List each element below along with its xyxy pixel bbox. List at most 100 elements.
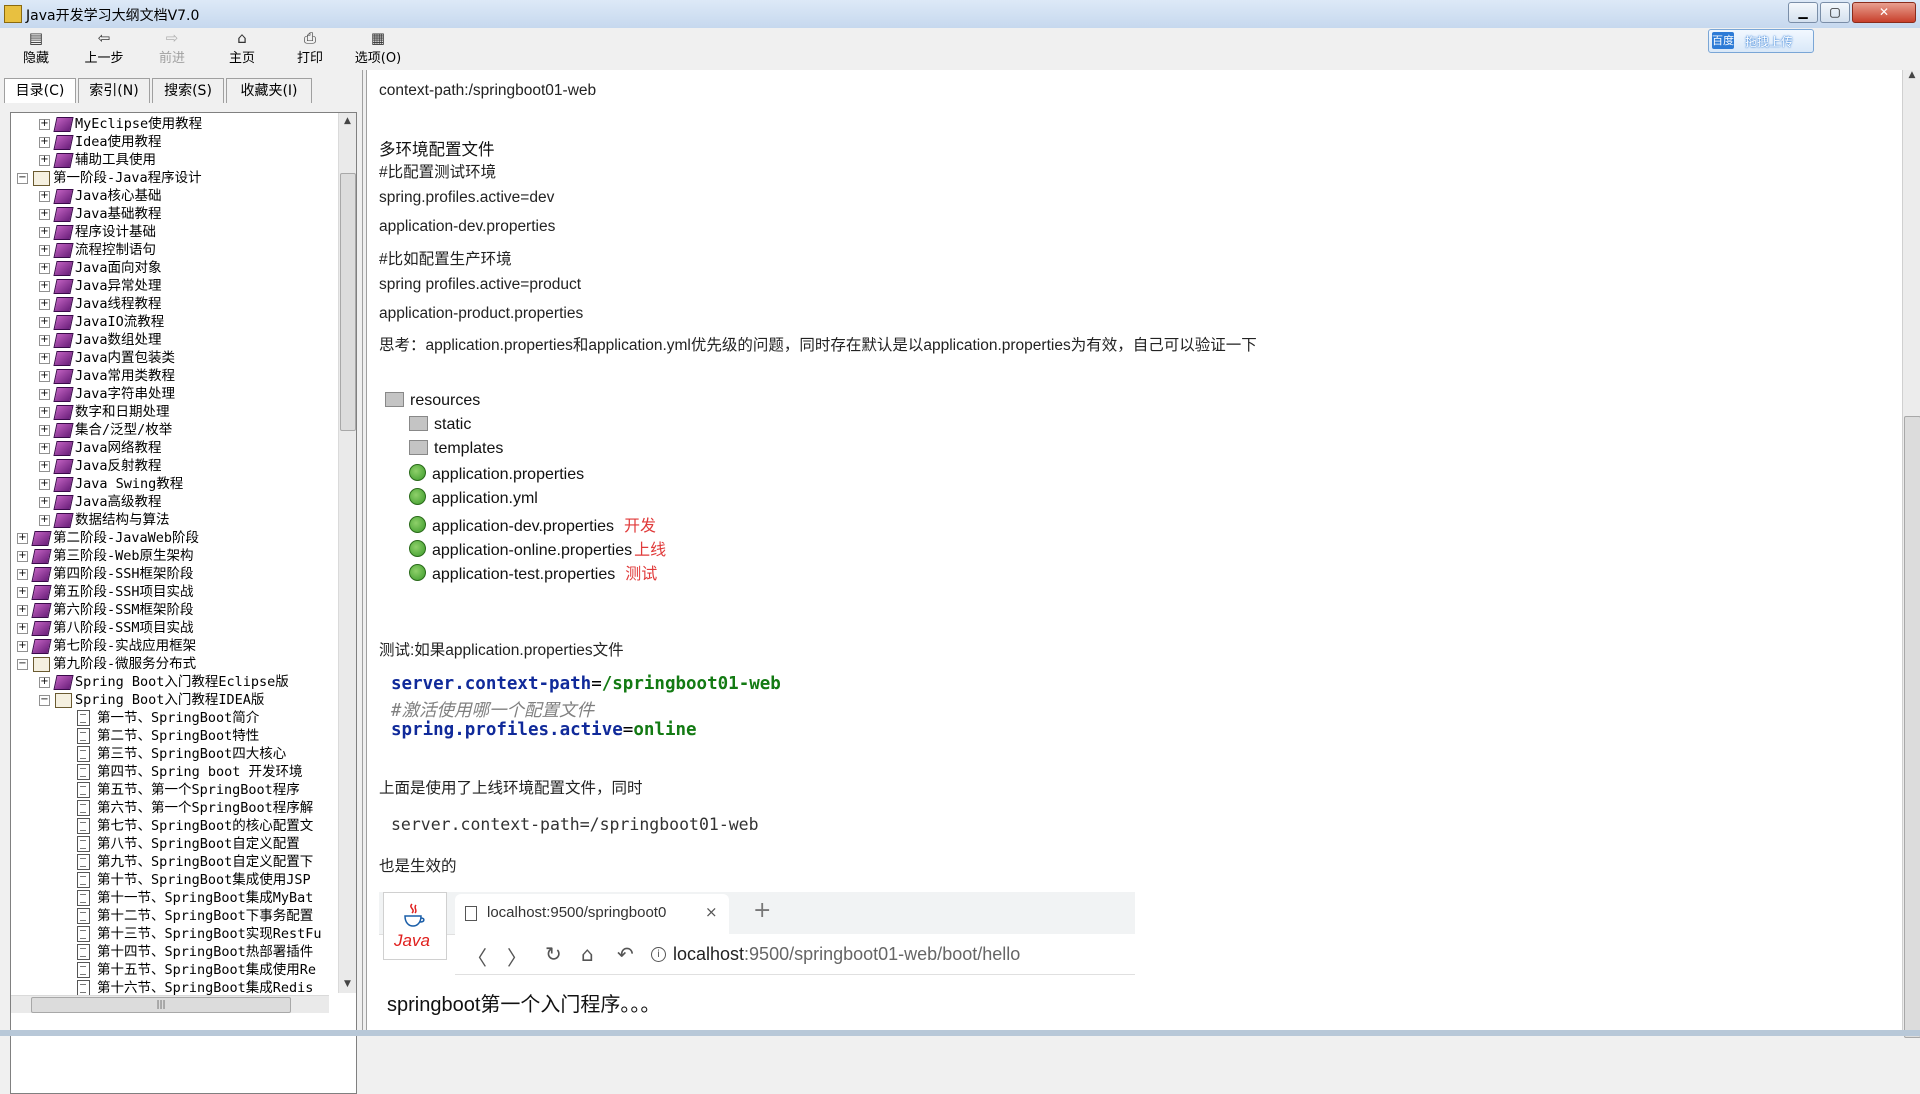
expand-icon[interactable]: +	[17, 533, 28, 544]
expand-icon[interactable]: +	[17, 569, 28, 580]
content-vertical-scrollbar[interactable]: ▲ ▸	[1902, 70, 1920, 1038]
tree-item[interactable]: 第十五节、SpringBoot集成使用Re	[11, 961, 329, 979]
tree-item[interactable]: 第九节、SpringBoot自定义配置下	[11, 853, 329, 871]
tree-item[interactable]: 第二节、SpringBoot特性	[11, 727, 329, 745]
tree-item[interactable]: + 第四阶段-SSH框架阶段	[11, 565, 329, 583]
expand-icon[interactable]: +	[39, 137, 50, 148]
tree-item[interactable]: 第三节、SpringBoot四大核心	[11, 745, 329, 763]
tree-item[interactable]: + 数据结构与算法	[11, 511, 329, 529]
expand-icon[interactable]: +	[39, 515, 50, 526]
hide-button[interactable]: ▤ 隐藏	[18, 30, 54, 68]
expand-icon[interactable]: +	[39, 443, 50, 454]
back-icon[interactable]: 〈	[467, 942, 487, 971]
tree-item[interactable]: 第六节、第一个SpringBoot程序解	[11, 799, 329, 817]
forward-icon[interactable]: 〉	[507, 942, 527, 971]
scroll-down-arrow-icon[interactable]: ▼	[339, 976, 356, 993]
tree-item[interactable]: + MyEclipse使用教程	[11, 115, 329, 133]
tree-item[interactable]: 第十一节、SpringBoot集成MyBat	[11, 889, 329, 907]
tree-item[interactable]: + Java内置包装类	[11, 349, 329, 367]
tree-item[interactable]: + 集合/泛型/枚举	[11, 421, 329, 439]
tree-item[interactable]: + Java网络教程	[11, 439, 329, 457]
minimize-button[interactable]: ▁	[1788, 2, 1818, 23]
expand-icon[interactable]: +	[39, 209, 50, 220]
tree-item[interactable]: + 第二阶段-JavaWeb阶段	[11, 529, 329, 547]
tree-item[interactable]: + Java高级教程	[11, 493, 329, 511]
undo-icon[interactable]: ↶	[617, 942, 634, 966]
browser-tab[interactable]: localhost:9500/springboot0 ×	[455, 894, 729, 934]
expand-icon[interactable]: +	[17, 587, 28, 598]
tab-contents[interactable]: 目录(C)	[4, 78, 76, 103]
tree-item[interactable]: 第一节、SpringBoot简介	[11, 709, 329, 727]
tab-index[interactable]: 索引(N)	[78, 78, 150, 103]
tree-item[interactable]: 第八节、SpringBoot自定义配置	[11, 835, 329, 853]
home-icon[interactable]: ⌂	[581, 942, 594, 966]
tree-item[interactable]: + Java字符串处理	[11, 385, 329, 403]
tree-item[interactable]: 第七节、SpringBoot的核心配置文	[11, 817, 329, 835]
expand-icon[interactable]: +	[17, 605, 28, 616]
tree-item[interactable]: + 辅助工具使用	[11, 151, 329, 169]
info-icon[interactable]: i	[651, 947, 666, 962]
tree-item[interactable]: − Spring Boot入门教程IDEA版	[11, 691, 329, 709]
expand-icon[interactable]: +	[17, 551, 28, 562]
tree-item[interactable]: + Java反射教程	[11, 457, 329, 475]
drag-upload-button[interactable]: 百度 拖拽上传	[1708, 29, 1814, 53]
tree-item[interactable]: − 第九阶段-微服务分布式	[11, 655, 329, 673]
content-scroll-thumb[interactable]	[1904, 416, 1920, 1038]
close-tab-icon[interactable]: ×	[705, 903, 718, 921]
home-button[interactable]: ⌂ 主页	[224, 30, 260, 68]
expand-icon[interactable]: +	[39, 245, 50, 256]
back-button[interactable]: ⇦ 上一步	[80, 30, 128, 68]
expand-icon[interactable]: +	[39, 407, 50, 418]
tree-item[interactable]: 第十二节、SpringBoot下事务配置	[11, 907, 329, 925]
address-bar[interactable]: localhost:9500/springboot01-web/boot/hel…	[673, 944, 1020, 965]
tree-item[interactable]: + Java面向对象	[11, 259, 329, 277]
expand-icon[interactable]: +	[39, 461, 50, 472]
tree-item[interactable]: + 数字和日期处理	[11, 403, 329, 421]
tree-hscroll-thumb[interactable]: |||	[31, 997, 291, 1013]
tree-item[interactable]: + Spring Boot入门教程Eclipse版	[11, 673, 329, 691]
tree-item[interactable]: + JavaIO流教程	[11, 313, 329, 331]
maximize-button[interactable]: ▢	[1820, 2, 1850, 23]
collapse-icon[interactable]: −	[39, 695, 50, 706]
tree-item[interactable]: + 流程控制语句	[11, 241, 329, 259]
tree-scroll-thumb[interactable]	[340, 173, 356, 431]
tree-item[interactable]: 第四节、Spring boot 开发环境	[11, 763, 329, 781]
tree-item[interactable]: + 第五阶段-SSH项目实战	[11, 583, 329, 601]
collapse-icon[interactable]: −	[17, 659, 28, 670]
expand-icon[interactable]: +	[39, 317, 50, 328]
tree-item[interactable]: + 第七阶段-实战应用框架	[11, 637, 329, 655]
tree-item[interactable]: + 第八阶段-SSM项目实战	[11, 619, 329, 637]
expand-icon[interactable]: +	[39, 281, 50, 292]
tree-item[interactable]: + Java基础教程	[11, 205, 329, 223]
tree-item[interactable]: + Java数组处理	[11, 331, 329, 349]
tree-vertical-scrollbar[interactable]: ▲ ▼	[338, 113, 356, 993]
new-tab-icon[interactable]: +	[753, 898, 771, 923]
expand-icon[interactable]: +	[39, 191, 50, 202]
tree-item[interactable]: + Java常用类教程	[11, 367, 329, 385]
collapse-icon[interactable]: −	[17, 173, 28, 184]
tree-item[interactable]: 第十节、SpringBoot集成使用JSP	[11, 871, 329, 889]
tree-item[interactable]: + 第六阶段-SSM框架阶段	[11, 601, 329, 619]
expand-icon[interactable]: +	[17, 623, 28, 634]
tree-item[interactable]: + Java核心基础	[11, 187, 329, 205]
expand-icon[interactable]: +	[39, 299, 50, 310]
expand-icon[interactable]: +	[39, 335, 50, 346]
tab-favorites[interactable]: 收藏夹(I)	[226, 78, 312, 103]
forward-button[interactable]: ⇨ 前进	[154, 30, 190, 68]
close-button[interactable]: ✕	[1852, 2, 1916, 23]
contents-tree[interactable]: + MyEclipse使用教程 + Idea使用教程 + 辅助工具使用 − 第一阶段-Java…	[11, 115, 329, 995]
tree-item[interactable]: 第十六节、SpringBoot集成Redis	[11, 979, 329, 995]
options-button[interactable]: ▦ 选项(O)	[350, 30, 406, 68]
tree-item[interactable]: 第十四节、SpringBoot热部署插件	[11, 943, 329, 961]
expand-icon[interactable]: +	[39, 479, 50, 490]
tree-item[interactable]: + 第三阶段-Web原生架构	[11, 547, 329, 565]
expand-icon[interactable]: +	[39, 353, 50, 364]
expand-icon[interactable]: +	[17, 641, 28, 652]
scroll-up-arrow-icon[interactable]: ▲	[1903, 70, 1920, 80]
expand-icon[interactable]: +	[39, 425, 50, 436]
tab-search[interactable]: 搜索(S)	[152, 78, 224, 103]
expand-icon[interactable]: +	[39, 371, 50, 382]
reload-icon[interactable]: ↻	[545, 942, 562, 966]
tree-item[interactable]: + Idea使用教程	[11, 133, 329, 151]
tree-item[interactable]: + Java线程教程	[11, 295, 329, 313]
